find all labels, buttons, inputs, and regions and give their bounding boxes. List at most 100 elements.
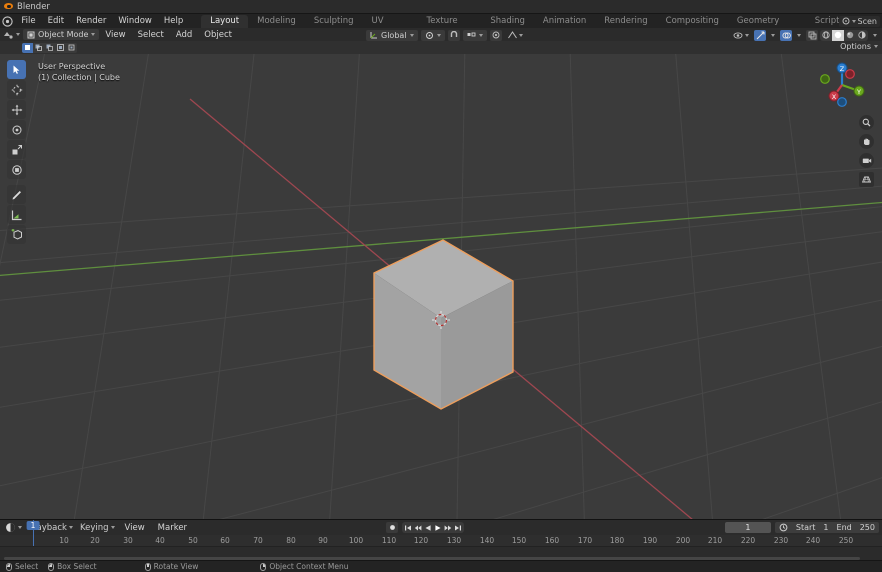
timeline-editor-type-selector[interactable] (2, 522, 25, 534)
play-button[interactable] (433, 522, 443, 533)
workspace-tab-rendering[interactable]: Rendering (595, 15, 656, 28)
next-keyframe-button[interactable] (443, 522, 453, 533)
select-intersect-button[interactable] (66, 43, 77, 53)
window-title: Blender (17, 2, 50, 12)
workspace-tab-animation[interactable]: Animation (534, 15, 595, 28)
current-frame-field[interactable]: 1 (725, 522, 771, 533)
jump-to-start-button[interactable] (403, 522, 413, 533)
viewport-subrow: Options (0, 41, 882, 54)
select-set-icon (24, 44, 31, 51)
scale-tool[interactable] (7, 140, 26, 159)
menu-help[interactable]: Help (158, 14, 189, 28)
cursor-arrow-icon (11, 64, 22, 75)
workspace-tab-sculpting[interactable]: Sculpting (305, 15, 363, 28)
add-cube-icon (11, 229, 23, 241)
snap-toggle[interactable] (448, 30, 460, 41)
gizmo-settings[interactable] (768, 29, 778, 41)
timeline-menu-view[interactable]: View (119, 521, 151, 535)
viewport-scene (0, 41, 882, 519)
menu-render[interactable]: Render (70, 14, 112, 28)
visibility-selector[interactable] (730, 29, 752, 41)
ruler-tick: 10 (59, 536, 69, 545)
shading-material-preview-button[interactable] (844, 30, 856, 41)
timeline-ruler[interactable]: 10 20 30 40 50 60 70 80 90 100 110 120 1… (0, 535, 882, 547)
shading-solid-button[interactable] (832, 30, 844, 41)
chevron-down-icon (69, 526, 73, 529)
pan-view-icon[interactable] (859, 134, 874, 149)
workspace-tab-texture-paint[interactable]: Texture Paint (418, 15, 482, 28)
measure-tool[interactable] (7, 205, 26, 224)
workspace-tab-modeling[interactable]: Modeling (248, 15, 305, 28)
select-extend-button[interactable] (33, 43, 44, 53)
menu-file[interactable]: File (15, 14, 41, 28)
overlays-toggle[interactable] (780, 30, 792, 41)
scene-selector[interactable]: Scen (839, 16, 880, 27)
status-item-box-select: Box Select (48, 562, 96, 571)
workspace-tab-geometry-nodes[interactable]: Geometry Nodes (728, 15, 806, 28)
zoom-view-icon[interactable] (859, 115, 874, 130)
workspace-tab-uv-editing[interactable]: UV Editing (363, 15, 418, 28)
rotate-tool[interactable] (7, 120, 26, 139)
add-cube-tool[interactable] (7, 225, 26, 244)
frame-range-fields[interactable]: Start 1 End 250 (775, 522, 879, 533)
timeline-body[interactable] (0, 547, 882, 561)
viewport-header-center: Global (366, 28, 526, 42)
transform-tool[interactable] (7, 160, 26, 179)
timeline-menu-marker[interactable]: Marker (152, 521, 193, 535)
viewport-info-text: User Perspective (1) Collection | Cube (38, 61, 120, 83)
end-frame-value[interactable]: 250 (860, 523, 875, 532)
interaction-mode-selector[interactable]: Object Mode (23, 29, 99, 40)
shading-rendered-button[interactable] (856, 30, 868, 41)
camera-view-icon[interactable] (859, 153, 874, 168)
select-subtract-button[interactable] (44, 43, 55, 53)
select-set-button[interactable] (22, 43, 33, 53)
app-menu-blender-icon[interactable] (0, 16, 15, 27)
ruler-tick: 220 (741, 536, 755, 545)
select-invert-icon (57, 44, 64, 51)
proportional-editing-toggle[interactable] (490, 30, 502, 41)
shading-wireframe-button[interactable] (820, 30, 832, 41)
viewport-menu-object[interactable]: Object (198, 28, 238, 42)
viewport-menu-view[interactable]: View (99, 28, 131, 42)
auto-keying-toggle[interactable] (386, 522, 398, 533)
gizmo-axis-x-label: X (832, 93, 837, 101)
tweak-select-tool[interactable] (7, 60, 26, 79)
previous-keyframe-button[interactable] (413, 522, 423, 533)
xray-toggle[interactable] (806, 30, 818, 41)
cursor-tool[interactable] (7, 80, 26, 99)
workspace-tab-shading[interactable]: Shading (481, 15, 534, 28)
chevron-down-icon (874, 45, 878, 48)
navigation-gizmo[interactable]: Z Y X (816, 59, 868, 111)
move-tool[interactable] (7, 100, 26, 119)
play-reverse-button[interactable] (423, 522, 433, 533)
material-preview-icon (846, 31, 854, 39)
jump-to-end-button[interactable] (453, 522, 463, 533)
workspace-tab-layout[interactable]: Layout (201, 15, 248, 28)
viewport-toolbar (7, 60, 26, 244)
play-reverse-icon (424, 524, 432, 532)
select-invert-button[interactable] (55, 43, 66, 53)
gizmo-toggle[interactable] (754, 30, 766, 41)
3d-viewport[interactable]: Options (0, 41, 882, 519)
overlays-settings[interactable] (794, 29, 804, 41)
proportional-falloff-selector[interactable] (505, 29, 526, 41)
toggle-perspective-icon[interactable] (859, 172, 874, 187)
workspace-tab-compositing[interactable]: Compositing (657, 15, 728, 28)
menu-window[interactable]: Window (112, 14, 158, 28)
shading-settings[interactable] (870, 29, 880, 41)
editor-type-selector[interactable] (0, 29, 23, 41)
3d-cursor-tool-icon (11, 84, 23, 96)
timeline-keying-label: Keying (80, 523, 109, 533)
viewport-options-button[interactable]: Options (840, 42, 878, 51)
start-frame-value[interactable]: 1 (823, 523, 828, 532)
menu-edit[interactable]: Edit (42, 14, 70, 28)
transform-pivot-selector[interactable] (421, 30, 445, 41)
transform-orientation-selector[interactable]: Global (366, 30, 418, 41)
playhead-frame-label[interactable]: 1 (27, 521, 40, 530)
viewport-menu-add[interactable]: Add (170, 28, 198, 42)
ruler-tick: 150 (512, 536, 526, 545)
annotate-tool[interactable] (7, 185, 26, 204)
viewport-menu-select[interactable]: Select (132, 28, 170, 42)
timeline-menu-keying[interactable]: Keying (77, 522, 118, 534)
snap-settings[interactable] (463, 30, 487, 41)
